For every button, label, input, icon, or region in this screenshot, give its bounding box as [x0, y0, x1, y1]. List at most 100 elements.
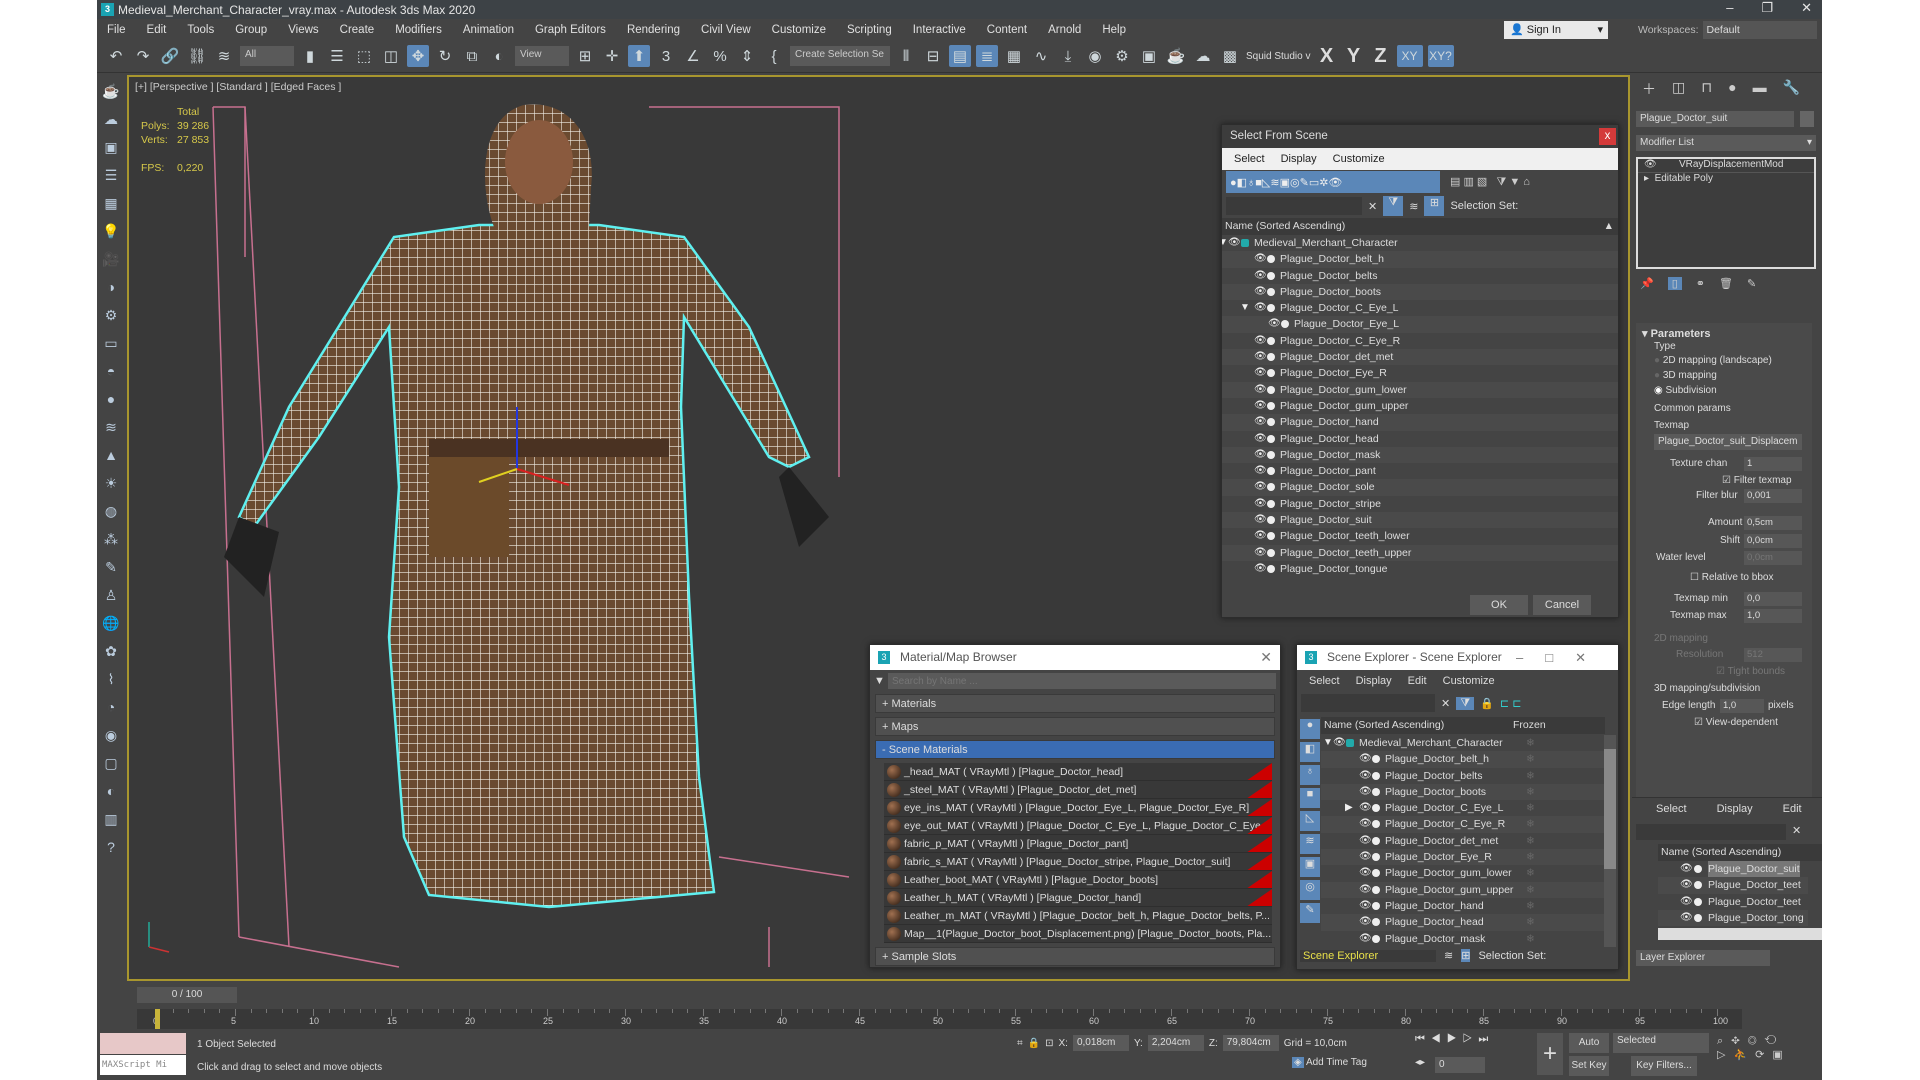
tree-row[interactable]: ▶ 👁 Plague_Doctor_C_Eye_L ❄ — [1321, 800, 1605, 816]
visibility-eye-icon[interactable]: 👁 — [1680, 910, 1693, 926]
window-crossing-icon[interactable]: ◫ — [380, 45, 402, 67]
material-item[interactable]: _head_MAT ( VRayMtl ) [Plague_Doctor_hea… — [884, 763, 1272, 781]
visibility-eye-icon[interactable]: 👁 — [1254, 382, 1267, 398]
expand-arrow-icon[interactable]: ▼ — [1323, 735, 1333, 751]
render-dot-icon[interactable] — [1372, 853, 1380, 862]
visibility-eye-icon[interactable]: 👁 — [1680, 861, 1693, 877]
sign-in-button[interactable]: 👤 Sign In ▾ — [1504, 21, 1608, 39]
render-dot-icon[interactable] — [1267, 434, 1275, 443]
percent-snap-icon[interactable]: % — [709, 45, 731, 67]
visibility-eye-icon[interactable]: 👁 — [1359, 931, 1372, 947]
camera-filter-icon[interactable]: ■ — [1300, 788, 1320, 808]
shift-spinner[interactable]: 0,0cm — [1744, 534, 1802, 548]
texture-chan-spinner[interactable]: 1 — [1744, 457, 1802, 471]
render-dot-icon[interactable] — [1267, 304, 1275, 313]
axis-x[interactable]: X — [1316, 45, 1338, 68]
visibility-eye-icon[interactable]: 👁 — [1254, 414, 1267, 430]
tree-row[interactable]: 👁 Plague_Doctor_hand ❄ — [1321, 898, 1605, 914]
visibility-eye-icon[interactable]: 👁 — [1359, 833, 1372, 849]
menu-animation[interactable]: Animation — [463, 24, 514, 36]
geometry-filter-icon[interactable]: ● — [1300, 719, 1320, 739]
visibility-eye-icon[interactable]: 👁 — [1359, 816, 1372, 832]
frozen-icon[interactable]: ❄ — [1526, 816, 1535, 832]
create-tab-icon[interactable]: ＋ — [1642, 79, 1656, 97]
eye-icon[interactable]: 👁 — [1644, 159, 1657, 170]
visibility-eye-icon[interactable]: 👁 — [1359, 768, 1372, 784]
layer-column-header[interactable]: Name (Sorted Ascending) — [1658, 844, 1822, 861]
hierarchy-icon[interactable]: ⊏ ⊏ — [1500, 697, 1522, 710]
redo-icon[interactable]: ↷ — [132, 45, 154, 67]
object-color-swatch[interactable] — [1800, 111, 1814, 127]
object-name-field[interactable]: Plague_Doctor_suit — [1636, 111, 1794, 127]
type-radio[interactable]: ● 2D mapping (landscape) — [1654, 355, 1772, 370]
render-dot-icon[interactable] — [1267, 483, 1275, 492]
visibility-eye-icon[interactable]: 👁 — [1359, 800, 1372, 816]
visibility-eye-icon[interactable]: 👁 — [1254, 251, 1267, 267]
section-scene-materials[interactable]: - Scene Materials — [875, 740, 1275, 759]
render-dot-icon[interactable] — [1694, 897, 1702, 906]
hair-icon[interactable]: ⌇ — [101, 671, 121, 692]
visibility-eye-icon[interactable]: 👁 — [1254, 333, 1267, 349]
material-item[interactable]: Map__1(Plague_Doctor_boot_Displacement.p… — [884, 925, 1272, 943]
helper-icon[interactable]: ◑ — [101, 279, 121, 300]
layer-explorer-select[interactable]: Layer Explorer — [1636, 950, 1770, 966]
menu-group[interactable]: Group — [235, 24, 267, 36]
list-icon[interactable]: ☰ — [101, 167, 121, 188]
frozen-icon[interactable]: ❄ — [1526, 751, 1535, 767]
render-dot-icon[interactable] — [1267, 336, 1275, 345]
motion-tab-icon[interactable]: ● — [1728, 79, 1736, 97]
manipulate-icon[interactable]: ✛ — [601, 45, 623, 67]
menu-select[interactable]: Select — [1234, 153, 1265, 165]
current-frame-field[interactable]: 0 — [1435, 1057, 1485, 1073]
tree-row[interactable]: 👁 Plague_Doctor_Eye_L — [1222, 316, 1618, 333]
visibility-eye-icon[interactable]: 👁 — [1254, 268, 1267, 284]
amount-spinner[interactable]: 0,5cm — [1744, 516, 1802, 530]
render-dot-icon[interactable] — [1267, 255, 1275, 264]
render-dot-icon[interactable] — [1372, 869, 1380, 878]
visibility-eye-icon[interactable]: 👁 — [1254, 431, 1267, 447]
light-icon[interactable]: 💡 — [101, 223, 121, 244]
render-dot-icon[interactable] — [1267, 564, 1275, 573]
render-dot-icon[interactable] — [1267, 385, 1275, 394]
menu-views[interactable]: Views — [288, 24, 318, 36]
robot-icon[interactable]: ⚙ — [101, 307, 121, 328]
frozen-column[interactable]: Frozen — [1513, 717, 1546, 734]
tree-row[interactable]: 👁 Plague_Doctor_belts — [1222, 268, 1618, 284]
bone-filter-icon[interactable]: ✎ — [1300, 903, 1320, 923]
menu-interactive[interactable]: Interactive — [913, 24, 966, 36]
tree-row[interactable]: 👁 Plague_Doctor_det_met — [1222, 349, 1618, 366]
visibility-eye-icon[interactable]: 👁 — [1359, 898, 1372, 914]
render-icon[interactable]: ☕ — [1165, 45, 1187, 67]
section-maps[interactable]: + Maps — [875, 717, 1275, 736]
brush-icon[interactable]: ✎ — [101, 559, 121, 580]
frozen-icon[interactable]: ❄ — [1526, 833, 1535, 849]
visibility-eye-icon[interactable]: 👁 — [1359, 914, 1372, 930]
resolution-spinner[interactable]: 512 — [1744, 648, 1802, 662]
x-coordinate[interactable]: 0,018cm — [1072, 1035, 1129, 1051]
hierarchy-icon[interactable]: ⊞ — [1424, 196, 1445, 216]
render-cloud-icon[interactable]: ☁ — [1192, 45, 1214, 67]
material-item[interactable]: _steel_MAT ( VRayMtl ) [Plague_Doctor_de… — [884, 781, 1272, 799]
axis-xy-cycle[interactable]: XY? — [1427, 45, 1454, 67]
tree-row[interactable]: 👁 Plague_Doctor_mask — [1222, 446, 1618, 464]
render-dot-icon[interactable] — [1372, 787, 1380, 796]
material-editor-icon[interactable]: ◉ — [1084, 45, 1106, 67]
filter-icon[interactable]: ⧩ — [1383, 196, 1404, 216]
visibility-eye-icon[interactable]: 👁 — [1254, 561, 1267, 577]
visibility-eye-icon[interactable]: 👁 — [1359, 784, 1372, 800]
menu-modifiers[interactable]: Modifiers — [395, 24, 442, 36]
move-icon[interactable]: ✥ — [407, 45, 429, 67]
shell-icon[interactable]: ◔ — [101, 699, 121, 720]
sun-icon[interactable]: ☀ — [101, 475, 121, 496]
expand-arrow-icon[interactable]: ▼ — [1240, 300, 1250, 316]
toolbar-toggle-icon[interactable]: ▦ — [1003, 45, 1025, 67]
render-dot-icon[interactable] — [1372, 836, 1380, 845]
lock-icon[interactable]: 🔒 — [1480, 697, 1494, 710]
fur-icon[interactable]: ≋ — [101, 419, 121, 440]
clear-search-icon[interactable]: ✕ — [1441, 697, 1450, 710]
tree-row[interactable]: 👁 Plague_Doctor_belt_h ❄ — [1321, 751, 1605, 768]
z-coordinate[interactable]: 79,804cm — [1222, 1035, 1279, 1051]
menu-graph-editors[interactable]: Graph Editors — [535, 24, 606, 36]
ok-button[interactable]: OK — [1470, 595, 1528, 615]
visibility-eye-icon[interactable]: 👁 — [1254, 512, 1267, 528]
